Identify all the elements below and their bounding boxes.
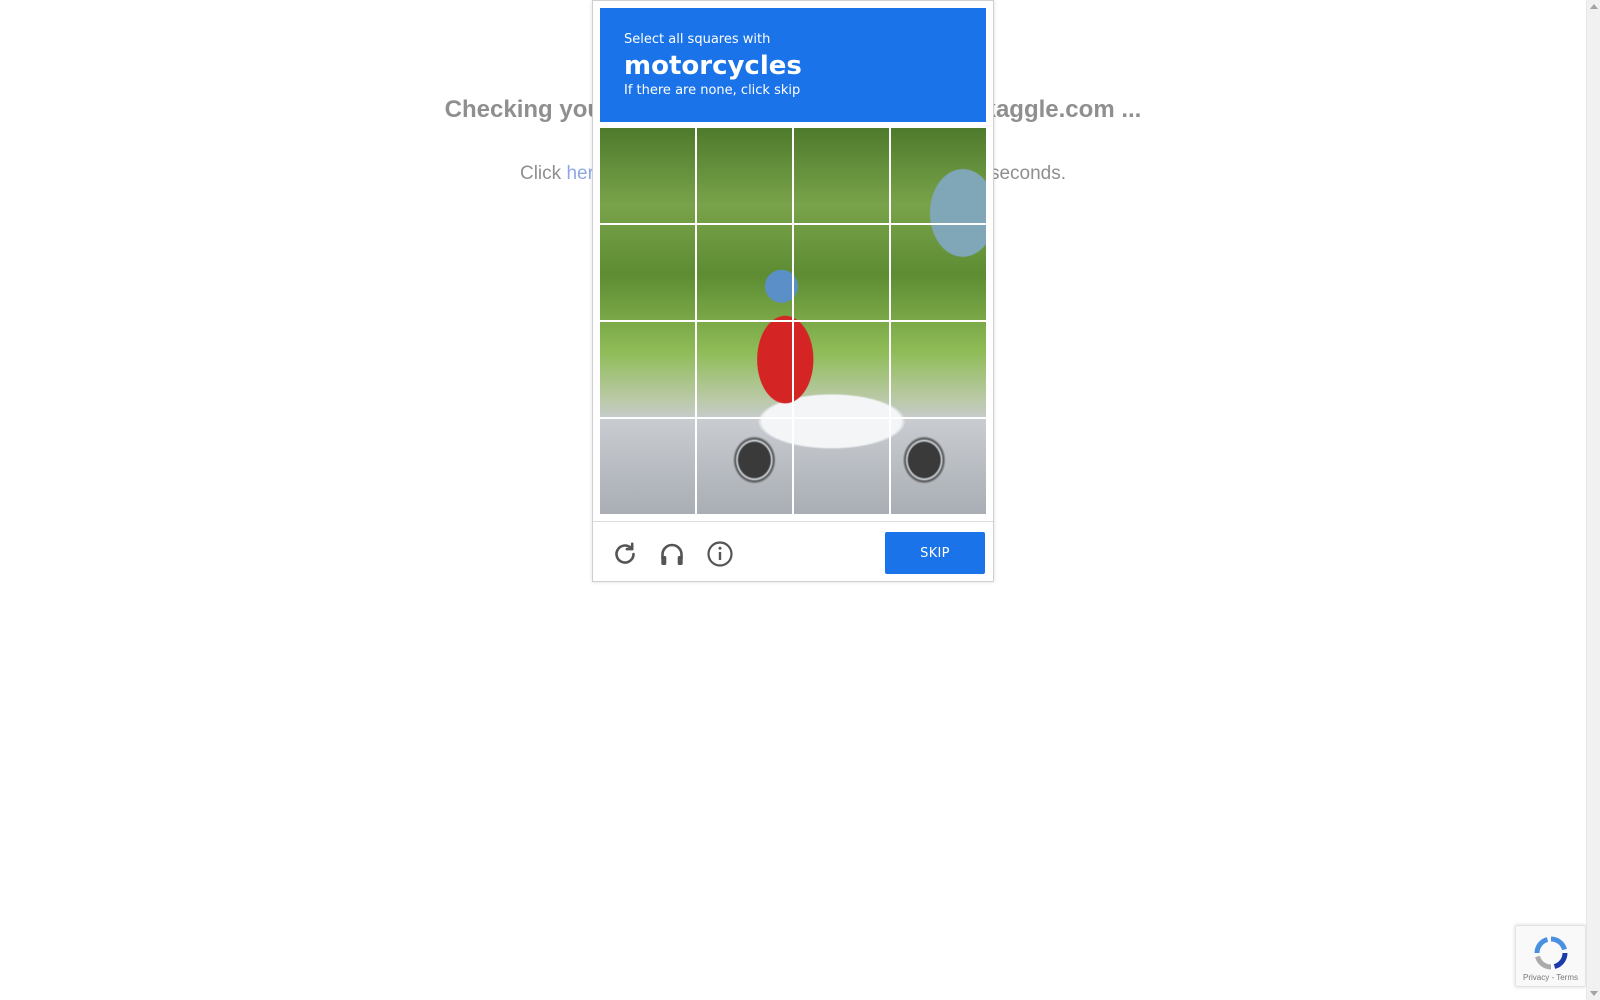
captcha-dialog: Select all squares with motorcycles If t… [592,0,994,582]
captcha-tile[interactable] [697,419,792,514]
captcha-tile[interactable] [697,322,792,417]
captcha-tile[interactable] [794,128,889,223]
captcha-tile[interactable] [600,322,695,417]
captcha-tile[interactable] [697,128,792,223]
page-scrollbar[interactable] [1586,0,1600,1000]
captcha-target: motorcycles [624,51,802,81]
recaptcha-logo-icon [1534,936,1568,970]
terms-link[interactable]: Terms [1556,973,1578,982]
captcha-tile[interactable] [891,225,986,320]
scroll-up-icon[interactable] [1590,4,1598,9]
reload-icon[interactable] [611,540,639,568]
headphones-icon[interactable] [658,540,686,568]
scroll-down-icon[interactable] [1590,991,1598,996]
captcha-tile[interactable] [600,128,695,223]
captcha-tile[interactable] [794,322,889,417]
captcha-tile[interactable] [794,225,889,320]
recaptcha-badge[interactable]: Privacy - Terms [1515,925,1586,987]
captcha-hint: If there are none, click skip [624,83,801,98]
info-icon[interactable] [706,540,734,568]
skip-button[interactable]: SKIP [885,532,985,574]
privacy-link[interactable]: Privacy [1523,973,1549,982]
captcha-tile[interactable] [600,225,695,320]
captcha-tile[interactable] [891,322,986,417]
captcha-tile[interactable] [600,419,695,514]
captcha-image-grid [600,128,986,514]
captcha-tile[interactable] [697,225,792,320]
captcha-tile[interactable] [794,419,889,514]
captcha-header: Select all squares with motorcycles If t… [600,8,986,122]
captcha-instruction: Select all squares with [624,32,771,47]
badge-links: Privacy - Terms [1516,973,1585,982]
captcha-tile[interactable] [891,419,986,514]
redirect-text-before: Click [519,163,567,184]
captcha-tile[interactable] [891,128,986,223]
captcha-footer: SKIP [593,521,993,581]
